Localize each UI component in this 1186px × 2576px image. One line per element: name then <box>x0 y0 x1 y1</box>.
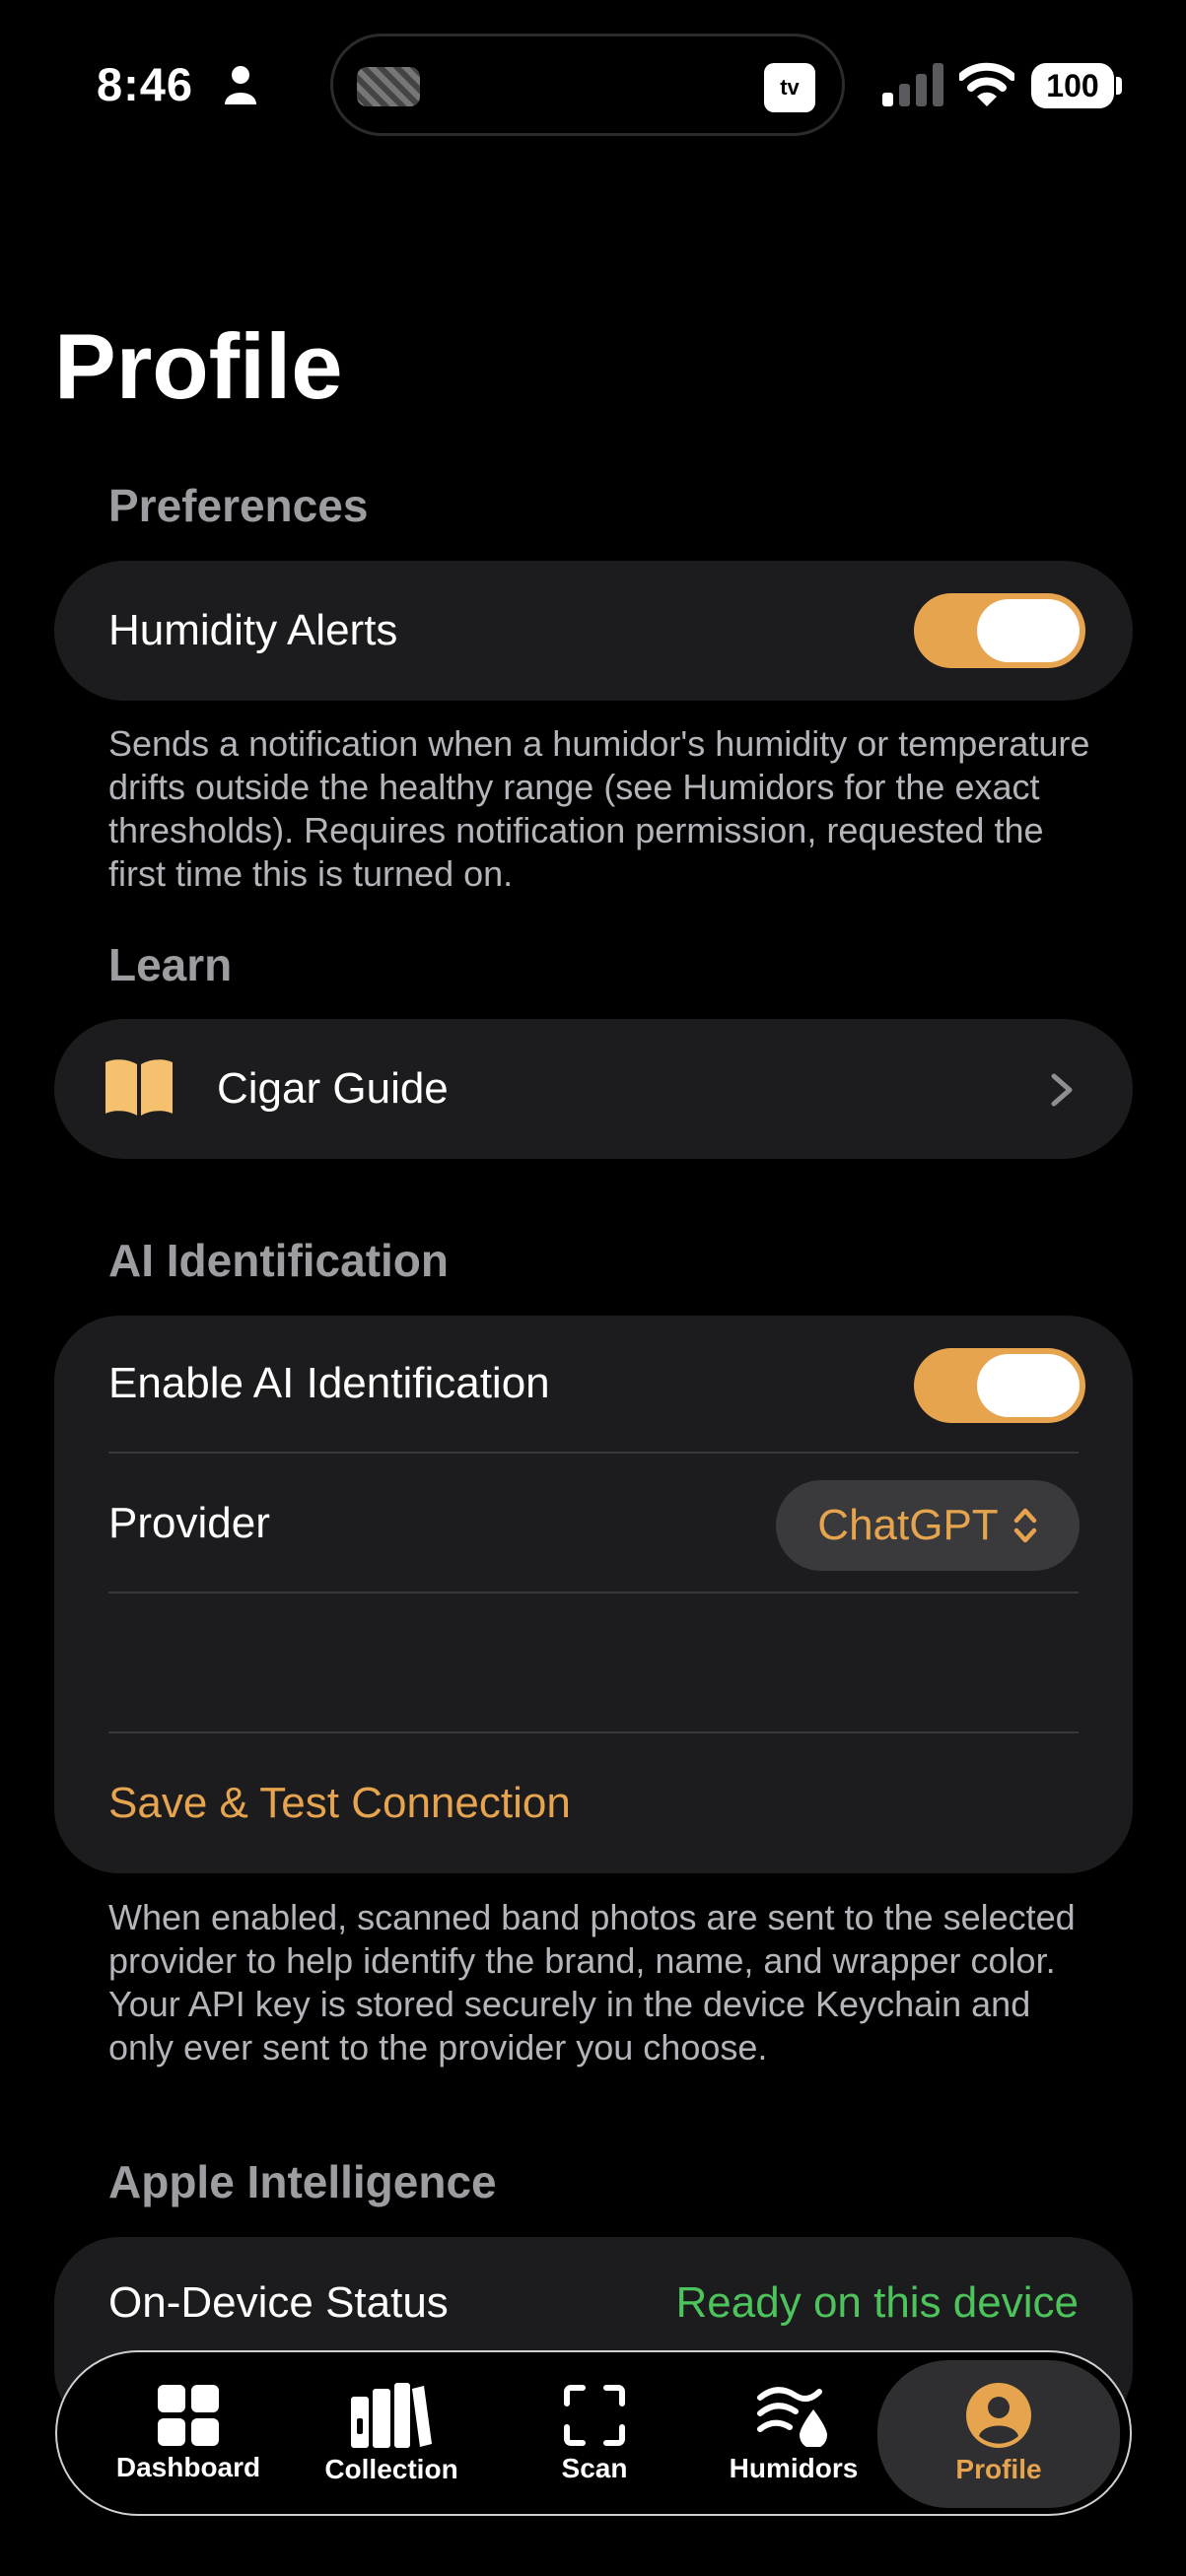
provider-picker[interactable]: ChatGPT <box>776 1480 1080 1571</box>
enable-ai-label: Enable AI Identification <box>108 1359 550 1407</box>
book-icon <box>105 1059 173 1116</box>
books-icon <box>351 2383 432 2448</box>
apple-tv-badge: tv <box>764 63 815 112</box>
battery-level: 100 <box>1046 67 1099 103</box>
provider-value: ChatGPT <box>817 1501 999 1549</box>
grid-icon <box>158 2385 219 2446</box>
battery-terminal <box>1116 77 1122 95</box>
humidity-icon <box>757 2387 827 2447</box>
person-icon <box>225 66 256 104</box>
chevron-up-down-icon <box>1013 1508 1036 1543</box>
now-playing-thumbnail <box>357 67 420 106</box>
scan-icon <box>564 2385 625 2446</box>
api-key-row[interactable] <box>108 1593 1079 1731</box>
tab-label: Collection <box>324 2454 458 2484</box>
wifi-icon <box>959 62 1014 106</box>
tab-collection[interactable]: Collection <box>300 2360 483 2508</box>
cigar-guide-row[interactable]: Cigar Guide <box>54 1019 1133 1159</box>
person-circle-icon <box>966 2383 1031 2448</box>
tab-label: Profile <box>955 2454 1042 2484</box>
tab-dashboard[interactable]: Dashboard <box>97 2360 280 2508</box>
battery-indicator: 100 <box>1031 63 1114 108</box>
chevron-right-icon <box>1051 1073 1073 1107</box>
humidity-alerts-toggle[interactable] <box>914 593 1085 668</box>
tab-label: Humidors <box>729 2453 859 2483</box>
toggle-knob <box>977 599 1080 662</box>
section-header-apple-intelligence: Apple Intelligence <box>108 2156 497 2207</box>
save-test-connection-button[interactable]: Save & Test Connection <box>108 1779 571 1828</box>
page-title: Profile <box>54 314 343 418</box>
preferences-footnote: Sends a notification when a humidor's hu… <box>108 723 1090 894</box>
section-header-ai-identification: AI Identification <box>108 1235 449 1286</box>
tab-label: Dashboard <box>115 2452 261 2482</box>
on-device-status-label: On-Device Status <box>108 2278 449 2327</box>
tab-label: Scan <box>561 2453 628 2483</box>
provider-label: Provider <box>108 1499 270 1547</box>
section-header-preferences: Preferences <box>108 480 369 531</box>
tab-scan[interactable]: Scan <box>503 2360 686 2508</box>
divider <box>108 1452 1079 1454</box>
tab-profile[interactable]: Profile <box>877 2360 1120 2508</box>
divider <box>108 1731 1079 1733</box>
tab-humidors[interactable]: Humidors <box>702 2360 885 2508</box>
humidity-alerts-label: Humidity Alerts <box>108 606 398 654</box>
ai-footnote: When enabled, scanned band photos are se… <box>108 1897 1076 2068</box>
cellular-signal-icon <box>882 63 943 106</box>
cigar-guide-label: Cigar Guide <box>217 1064 449 1113</box>
status-time: 8:46 <box>97 58 194 110</box>
toggle-knob <box>977 1354 1080 1417</box>
section-header-learn: Learn <box>108 939 233 990</box>
on-device-status-value: Ready on this device <box>675 2278 1079 2327</box>
ai-identification-card: Enable AI Identification Provider Save &… <box>54 1316 1133 1873</box>
humidity-alerts-row: Humidity Alerts <box>54 561 1133 701</box>
apple-tv-label: tv <box>780 75 800 100</box>
enable-ai-toggle[interactable] <box>914 1348 1085 1423</box>
